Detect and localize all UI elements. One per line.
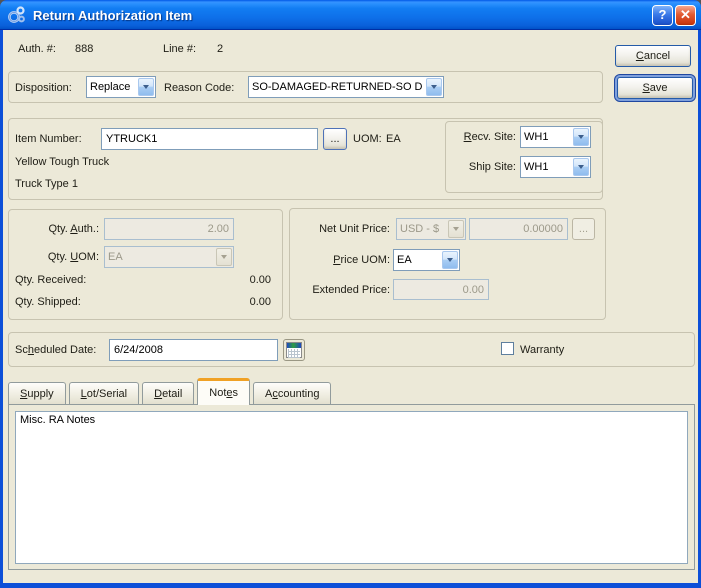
- warranty-label: Warranty: [520, 344, 565, 356]
- tab-supply[interactable]: Supply: [8, 382, 66, 404]
- titlebar: Return Authorization Item ? ✕: [0, 0, 701, 30]
- auth-number-label: Auth. #:: [18, 43, 56, 55]
- uom-label: UOM:: [353, 133, 382, 145]
- item-description-line1: Yellow Tough Truck: [15, 156, 110, 168]
- extended-price-label: Extended Price:: [312, 284, 390, 296]
- recv-site-select[interactable]: WH1: [520, 126, 591, 148]
- net-unit-price-label: Net Unit Price:: [319, 223, 390, 235]
- qty-uom-value: EA: [108, 251, 123, 263]
- qty-shipped-label: Qty. Shipped:: [15, 296, 81, 308]
- ship-site-value: WH1: [524, 161, 549, 173]
- reason-code-select[interactable]: SO-DAMAGED-RETURNED-SO D: [248, 76, 444, 98]
- qty-received-label: Qty. Received:: [15, 274, 87, 286]
- qty-auth-label: Qty. Auth.:: [48, 223, 99, 235]
- qty-auth-input: [104, 218, 234, 240]
- help-button[interactable]: ?: [652, 4, 673, 26]
- titlebar-buttons: ? ✕: [652, 4, 696, 26]
- tab-lot-serial[interactable]: Lot/Serial: [68, 382, 140, 404]
- tab-notes[interactable]: Notes: [197, 378, 251, 405]
- tab-detail-label: Detail: [154, 387, 183, 400]
- item-group: Item Number: ... UOM: EA Yellow Tough Tr…: [8, 118, 603, 200]
- tab-bar: Supply Lot/Serial Detail Notes Accountin…: [8, 377, 332, 405]
- close-icon: ✕: [680, 7, 691, 22]
- disposition-label: Disposition:: [15, 82, 72, 94]
- qty-shipped-value: 0.00: [249, 296, 271, 308]
- tab-accounting[interactable]: Accounting: [253, 382, 332, 404]
- chevron-down-icon: [573, 158, 589, 176]
- disposition-select[interactable]: Replace: [86, 76, 156, 98]
- reason-code-label: Reason Code:: [164, 82, 235, 94]
- auth-number-value: 888: [75, 43, 94, 55]
- qty-group: Qty. Auth.: Qty. UOM: EA Qty. Received: …: [8, 209, 283, 320]
- price-group: Net Unit Price: USD - $ ... Price UOM: E…: [289, 208, 606, 320]
- chevron-down-icon: [216, 248, 232, 266]
- ship-site-select[interactable]: WH1: [520, 156, 591, 178]
- item-number-input[interactable]: [101, 128, 318, 150]
- disposition-group: Disposition: Replace Reason Code: SO-DAM…: [8, 71, 603, 103]
- price-uom-value: EA: [397, 254, 412, 266]
- cancel-button[interactable]: Cancel: [615, 45, 691, 67]
- net-unit-price-input: [469, 218, 568, 240]
- recv-site-value: WH1: [524, 131, 549, 143]
- line-number-label: Line #:: [163, 43, 197, 55]
- calendar-button[interactable]: [283, 339, 305, 361]
- currency-value: USD - $: [400, 223, 440, 235]
- price-uom-label: Price UOM:: [333, 254, 390, 266]
- tab-supply-label: Supply: [20, 387, 54, 400]
- calendar-icon: [286, 342, 302, 358]
- save-button[interactable]: Save: [617, 77, 693, 99]
- tab-notes-label: Notes: [209, 387, 239, 399]
- chevron-down-icon: [448, 220, 464, 238]
- item-description-line2: Truck Type 1: [15, 178, 78, 190]
- qty-uom-select: EA: [104, 246, 234, 268]
- recv-site-label: Recv. Site:: [463, 131, 516, 143]
- line-number-value: 2: [217, 43, 224, 55]
- close-button[interactable]: ✕: [675, 4, 696, 26]
- notes-tab-panel: Misc. RA Notes: [8, 404, 695, 570]
- price-browse-button: ...: [572, 218, 595, 240]
- warranty-checkbox[interactable]: [501, 342, 514, 355]
- notes-textarea[interactable]: Misc. RA Notes: [15, 411, 688, 564]
- chevron-down-icon: [442, 251, 458, 269]
- item-browse-button[interactable]: ...: [323, 128, 347, 150]
- ship-site-label: Ship Site:: [468, 161, 516, 173]
- qty-uom-label: Qty. UOM:: [47, 251, 99, 263]
- disposition-value: Replace: [90, 81, 131, 93]
- qty-received-value: 0.00: [249, 274, 271, 286]
- sites-frame: Recv. Site: WH1 Ship Site: WH1: [445, 121, 603, 193]
- item-number-label: Item Number:: [15, 133, 82, 145]
- scheduled-date-input[interactable]: [109, 339, 278, 361]
- app-gears-icon: [8, 6, 25, 23]
- tab-detail[interactable]: Detail: [142, 382, 195, 404]
- question-icon: ?: [658, 7, 667, 22]
- schedule-group: Scheduled Date: Warranty: [8, 332, 695, 367]
- extended-price-input: [393, 279, 489, 300]
- chevron-down-icon: [426, 78, 442, 96]
- tab-accounting-label: Accounting: [265, 387, 320, 400]
- price-uom-select[interactable]: EA: [393, 249, 460, 271]
- tab-lot-serial-label: Lot/Serial: [80, 387, 128, 400]
- chevron-down-icon: [573, 128, 589, 146]
- chevron-down-icon: [138, 78, 154, 96]
- scheduled-date-label: Scheduled Date:: [15, 344, 97, 356]
- uom-value: EA: [386, 133, 401, 145]
- window-title: Return Authorization Item: [33, 7, 193, 23]
- currency-select: USD - $: [396, 218, 466, 240]
- dialog-body: Auth. #: 888 Line #: 2 Cancel Save Dispo…: [3, 30, 698, 583]
- reason-code-value: SO-DAMAGED-RETURNED-SO D: [252, 81, 423, 93]
- return-authorization-item-window: Return Authorization Item ? ✕ Auth. #: 8…: [0, 0, 701, 588]
